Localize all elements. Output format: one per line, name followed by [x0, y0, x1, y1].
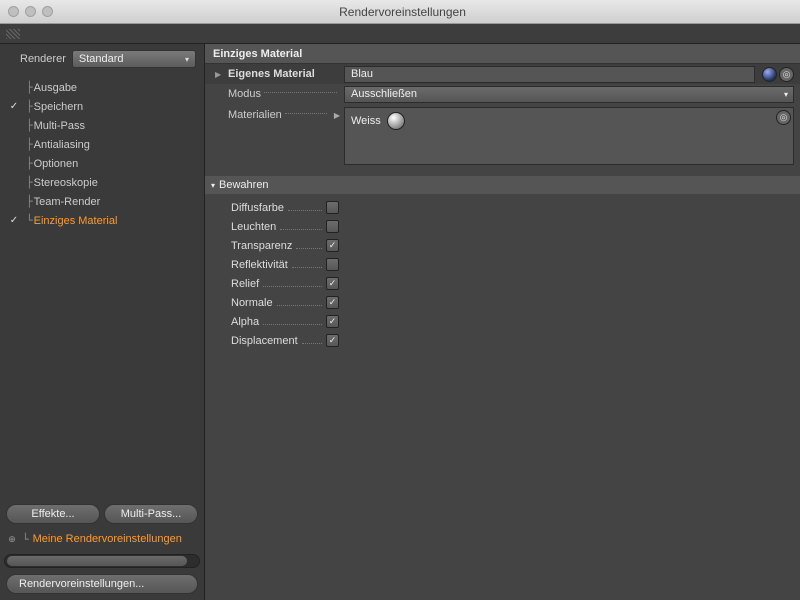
own-material-field[interactable]: Blau: [344, 66, 755, 83]
material-preview-icon[interactable]: [762, 67, 777, 82]
property-label: Relief: [231, 278, 259, 290]
target-icon[interactable]: ◎: [779, 67, 794, 82]
toolbar: [0, 24, 800, 44]
expand-icon[interactable]: ▶: [215, 70, 225, 79]
sidebar-item-label: Einziges Material: [34, 215, 118, 227]
materials-list[interactable]: Weiss ◎: [344, 107, 794, 165]
preset-label: Meine Rendervoreinstellungen: [33, 533, 182, 545]
renderer-value: Standard: [79, 53, 124, 65]
arrow-right-icon: ▶: [334, 111, 340, 120]
window-title: Rendervoreinstellungen: [13, 5, 792, 19]
mode-dropdown[interactable]: Ausschließen ▾: [344, 86, 794, 103]
property-checkbox[interactable]: [326, 201, 339, 214]
sidebar-item-label: Stereoskopie: [34, 177, 98, 189]
property-transparenz: Transparenz: [231, 236, 800, 255]
chevron-down-icon: ▾: [784, 90, 788, 99]
material-item[interactable]: Weiss: [351, 112, 405, 130]
materials-label: Materialien: [228, 109, 282, 121]
property-displacement: Displacement: [231, 331, 800, 350]
horizontal-scrollbar[interactable]: [4, 554, 200, 568]
sidebar-item-label: Ausgabe: [34, 82, 77, 94]
sidebar-item-label: Team-Render: [34, 196, 101, 208]
panel-title: Einziges Material: [205, 44, 800, 64]
scrollbar-thumb[interactable]: [7, 556, 187, 566]
property-checkbox[interactable]: [326, 296, 339, 309]
preset-row[interactable]: ⊕ └ Meine Rendervoreinstellungen: [0, 528, 204, 550]
render-settings-tree: ├Ausgabe✓├Speichern├Multi-Pass├Antialias…: [0, 76, 204, 232]
property-checkbox[interactable]: [326, 315, 339, 328]
content-panel: Einziges Material ▶ Eigenes Material Bla…: [205, 44, 800, 600]
renderer-label: Renderer: [20, 53, 66, 65]
sidebar-item-label: Optionen: [34, 158, 79, 170]
sidebar-item-optionen[interactable]: ├Optionen: [0, 154, 204, 173]
property-label: Alpha: [231, 316, 259, 328]
sidebar-item-label: Antialiasing: [34, 139, 90, 151]
property-label: Normale: [231, 297, 273, 309]
sidebar-item-stereoskopie[interactable]: ├Stereoskopie: [0, 173, 204, 192]
property-checkbox[interactable]: [326, 220, 339, 233]
mode-label: Modus: [228, 88, 261, 100]
property-checkbox[interactable]: [326, 334, 339, 347]
sidebar-item-ausgabe[interactable]: ├Ausgabe: [0, 78, 204, 97]
sidebar-item-label: Speichern: [34, 101, 84, 113]
property-label: Leuchten: [231, 221, 276, 233]
property-label: Reflektivität: [231, 259, 288, 271]
property-checkbox[interactable]: [326, 239, 339, 252]
expand-icon[interactable]: ⊕: [6, 534, 18, 545]
property-checkbox[interactable]: [326, 277, 339, 290]
sidebar-item-speichern[interactable]: ✓├Speichern: [0, 97, 204, 116]
chevron-down-icon: ▾: [185, 55, 189, 64]
sidebar-item-einziges-material[interactable]: ✓└Einziges Material: [0, 211, 204, 230]
sidebar-item-antialiasing[interactable]: ├Antialiasing: [0, 135, 204, 154]
grip-icon: [6, 29, 20, 39]
renderer-dropdown[interactable]: Standard ▾: [72, 50, 196, 68]
target-icon[interactable]: ◎: [776, 110, 791, 125]
checkbox[interactable]: ✓: [8, 101, 20, 112]
property-leuchten: Leuchten: [231, 217, 800, 236]
chevron-down-icon: ▾: [211, 181, 215, 190]
preserve-properties: Diffusfarbe Leuchten Transparenz Reflektivi…: [205, 194, 800, 350]
sidebar: Renderer Standard ▾ ├Ausgabe✓├Speichern├…: [0, 44, 205, 600]
material-sphere-icon: [387, 112, 405, 130]
sidebar-item-team-render[interactable]: ├Team-Render: [0, 192, 204, 211]
property-label: Transparenz: [231, 240, 292, 252]
own-material-label: Eigenes Material: [228, 68, 315, 80]
property-diffusfarbe: Diffusfarbe: [231, 198, 800, 217]
sidebar-item-label: Multi-Pass: [34, 120, 85, 132]
sidebar-item-multi-pass[interactable]: ├Multi-Pass: [0, 116, 204, 135]
property-label: Displacement: [231, 335, 298, 347]
multipass-button[interactable]: Multi-Pass...: [104, 504, 198, 524]
property-checkbox[interactable]: [326, 258, 339, 271]
checkbox[interactable]: ✓: [8, 215, 20, 226]
render-settings-button[interactable]: Rendervoreinstellungen...: [6, 574, 198, 594]
property-alpha: Alpha: [231, 312, 800, 331]
preserve-section-header[interactable]: ▾ Bewahren: [205, 176, 800, 194]
property-reflektivität: Reflektivität: [231, 255, 800, 274]
property-normale: Normale: [231, 293, 800, 312]
titlebar: Rendervoreinstellungen: [0, 0, 800, 24]
property-label: Diffusfarbe: [231, 202, 284, 214]
effects-button[interactable]: Effekte...: [6, 504, 100, 524]
property-relief: Relief: [231, 274, 800, 293]
